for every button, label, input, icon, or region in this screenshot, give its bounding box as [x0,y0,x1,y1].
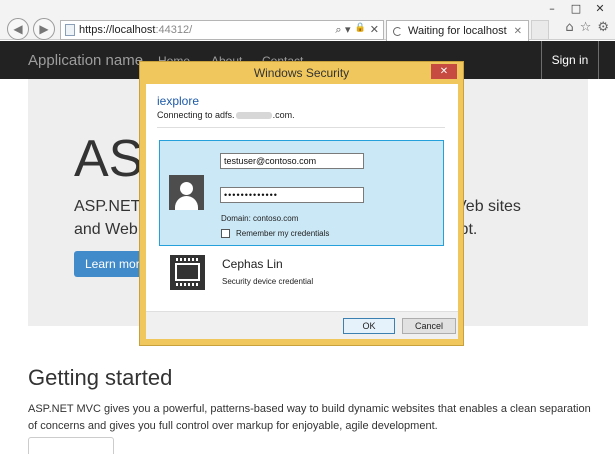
close-icon: ✕ [439,66,449,77]
avatar-head [180,182,193,195]
tab-active[interactable]: Waiting for localhost ✕ [386,20,529,41]
smart-card-icon[interactable] [170,255,205,290]
other-credential-name[interactable]: Cephas Lin [222,257,283,271]
connecting-text: Connecting to adfs. .com. [157,110,295,120]
url-port: :44312/ [155,24,193,36]
redacted-host [235,112,272,120]
url-host: https://localhost [79,24,156,36]
close-window-button[interactable]: ✕ [589,1,611,15]
getting-started-paragraph: ASP.NET MVC gives you a powerful, patter… [28,403,591,432]
remember-credentials-row[interactable]: Remember my credentials [221,229,329,238]
back-button[interactable]: ◀ [7,18,29,40]
avatar-body [175,196,198,210]
forward-arrow-icon: ▶ [39,22,49,36]
tab-title: Waiting for localhost [408,25,507,37]
chip-pins-top [176,258,199,261]
forward-button[interactable]: ▶ [33,18,55,40]
connecting-suffix: .com. [272,110,295,120]
stop-icon[interactable]: ✕ [370,23,379,37]
jumbotron-title: AS [74,130,144,188]
ok-button[interactable]: OK [343,318,395,334]
windows-security-dialog: Windows Security ✕ iexplore Connecting t… [139,61,464,346]
remember-checkbox[interactable] [221,229,230,238]
domain-label: Domain: contoso.com [221,214,299,223]
lock-icon[interactable]: 🔒 [355,23,366,37]
home-icon[interactable]: ⌂ [565,20,573,35]
maximize-button[interactable]: □ [565,1,587,15]
dialog-divider [157,127,445,128]
page-icon [65,24,75,36]
address-bar-icons: ⌕ ▾ 🔒 ✕ [335,23,383,37]
settings-gear-icon[interactable]: ⚙ [597,20,609,35]
browser-tool-icons: ⌂ ☆ ⚙ [565,20,609,35]
new-tab-button[interactable] [531,20,549,40]
password-field[interactable]: ••••••••••••• [220,187,364,203]
learn-more-small-button[interactable] [28,437,114,454]
loading-spinner-icon [393,26,402,36]
browser-chrome: – □ ✕ ◀ ▶ https://localhost:44312/ ⌕ ▾ 🔒… [0,0,615,41]
favorites-star-icon[interactable]: ☆ [580,20,592,35]
username-field[interactable]: testuser@contoso.com [220,153,364,169]
requesting-app-name: iexplore [157,94,200,108]
dialog-close-button[interactable]: ✕ [431,64,457,79]
connecting-prefix: Connecting to adfs. [157,110,235,120]
dialog-title: Windows Security [253,66,350,80]
minimize-button[interactable]: – [541,1,563,15]
dialog-body: iexplore Connecting to adfs. .com. testus… [146,84,458,311]
cancel-button[interactable]: Cancel [402,318,456,334]
dialog-footer: OK Cancel [146,311,458,339]
tab-close-icon[interactable]: ✕ [514,26,522,37]
selected-credential-tile[interactable]: testuser@contoso.com ••••••••••••• Domai… [159,140,444,246]
brand-link[interactable]: Application name [28,52,143,69]
back-arrow-icon: ◀ [13,22,23,36]
chip-body [175,263,200,281]
chip-pins-bottom [176,283,199,286]
jumbotron-lead-right: Veb sites ipt. [456,198,521,238]
user-avatar-icon [169,175,204,210]
window-controls: – □ ✕ [541,1,611,15]
search-icon[interactable]: ⌕ ▾ [335,23,350,37]
getting-started-heading: Getting started [28,365,173,390]
other-credential-subtitle: Security device credential [222,277,314,286]
address-bar[interactable]: https://localhost:44312/ ⌕ ▾ 🔒 ✕ [60,20,384,40]
sign-in-link[interactable]: Sign in [541,41,599,79]
remember-label: Remember my credentials [236,229,330,238]
